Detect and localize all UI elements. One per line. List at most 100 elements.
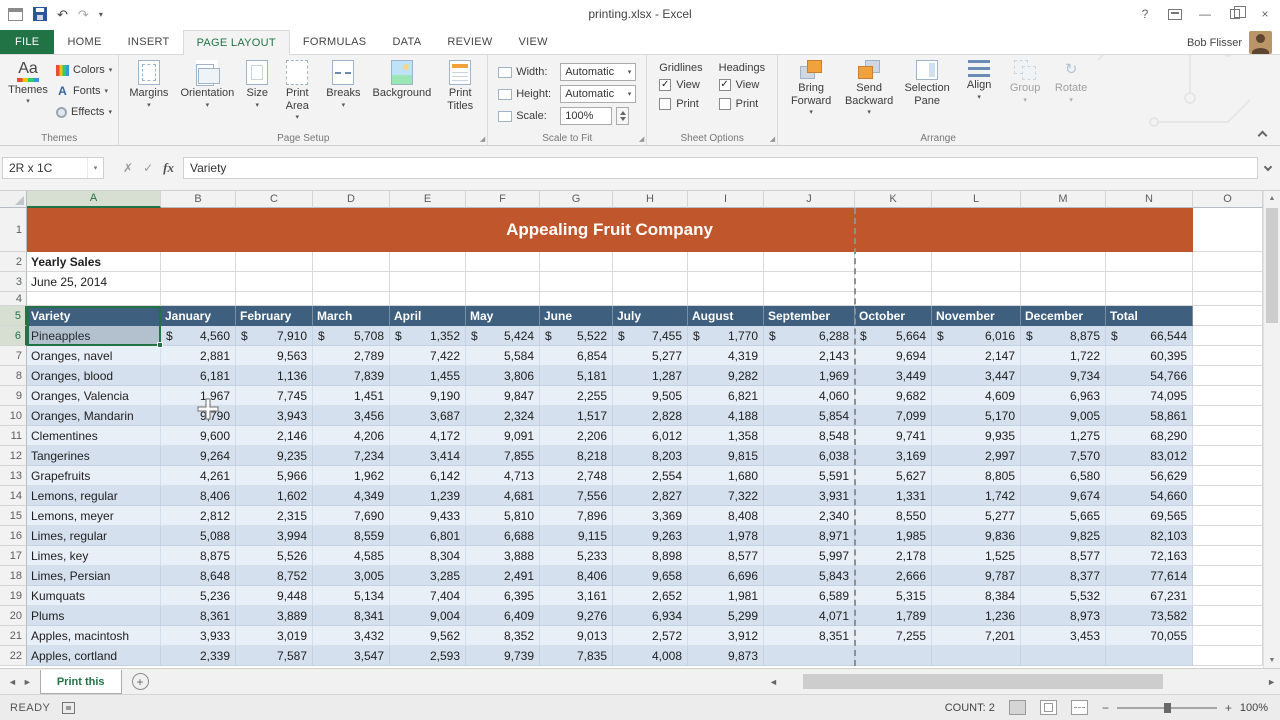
cell-E20[interactable]: 9,004 bbox=[390, 606, 466, 626]
cell-I17[interactable]: 8,577 bbox=[688, 546, 764, 566]
cell-L3[interactable] bbox=[932, 272, 1021, 292]
cell-H6[interactable]: $7,455 bbox=[613, 326, 688, 346]
cell-N16[interactable]: 82,103 bbox=[1106, 526, 1193, 546]
cell-J9[interactable]: 4,060 bbox=[764, 386, 855, 406]
cell-K4[interactable] bbox=[855, 292, 932, 306]
cell-L16[interactable]: 9,836 bbox=[932, 526, 1021, 546]
cell-G22[interactable]: 7,835 bbox=[540, 646, 613, 666]
cell-H10[interactable]: 2,828 bbox=[613, 406, 688, 426]
row-header-18[interactable]: 18 bbox=[0, 566, 27, 586]
header-cell-N5[interactable]: Total bbox=[1106, 306, 1193, 326]
cell-H17[interactable]: 8,898 bbox=[613, 546, 688, 566]
normal-view-icon[interactable] bbox=[1008, 700, 1026, 715]
cell-F4[interactable] bbox=[466, 292, 540, 306]
cell-I22[interactable]: 9,873 bbox=[688, 646, 764, 666]
cell-I14[interactable]: 7,322 bbox=[688, 486, 764, 506]
cell-O16[interactable] bbox=[1193, 526, 1263, 546]
cell-F6[interactable]: $5,424 bbox=[466, 326, 540, 346]
row-header-2[interactable]: 2 bbox=[0, 252, 27, 272]
cell-D11[interactable]: 4,206 bbox=[313, 426, 390, 446]
effects-button[interactable]: Effects ▾ bbox=[56, 103, 112, 121]
cell-N18[interactable]: 77,614 bbox=[1106, 566, 1193, 586]
themes-button[interactable]: Aa Themes ▾ bbox=[4, 58, 52, 105]
cell-G17[interactable]: 5,233 bbox=[540, 546, 613, 566]
size-button[interactable]: Size ▾ bbox=[240, 58, 274, 109]
cell-L20[interactable]: 1,236 bbox=[932, 606, 1021, 626]
vscroll-thumb[interactable] bbox=[1266, 208, 1278, 323]
cell-O18[interactable] bbox=[1193, 566, 1263, 586]
cell-K10[interactable]: 7,099 bbox=[855, 406, 932, 426]
cell-H18[interactable]: 9,658 bbox=[613, 566, 688, 586]
name-box-dropdown-icon[interactable]: ▾ bbox=[87, 158, 103, 178]
cell-H4[interactable] bbox=[613, 292, 688, 306]
zoom-thumb[interactable] bbox=[1163, 702, 1171, 713]
cell-E2[interactable] bbox=[390, 252, 466, 272]
fill-handle[interactable] bbox=[157, 342, 163, 348]
cell-D9[interactable]: 1,451 bbox=[313, 386, 390, 406]
column-header-N[interactable]: N bbox=[1106, 190, 1193, 208]
cell-J16[interactable]: 8,971 bbox=[764, 526, 855, 546]
hscroll-thumb[interactable] bbox=[802, 674, 1163, 689]
cell-H8[interactable]: 1,287 bbox=[613, 366, 688, 386]
cell-K11[interactable]: 9,741 bbox=[855, 426, 932, 446]
cell-G9[interactable]: 2,255 bbox=[540, 386, 613, 406]
cell-N15[interactable]: 69,565 bbox=[1106, 506, 1193, 526]
cell-E13[interactable]: 6,142 bbox=[390, 466, 466, 486]
cell-M7[interactable]: 1,722 bbox=[1021, 346, 1106, 366]
cell-G6[interactable]: $5,522 bbox=[540, 326, 613, 346]
cell-F22[interactable]: 9,739 bbox=[466, 646, 540, 666]
cell-H7[interactable]: 5,277 bbox=[613, 346, 688, 366]
cell-G14[interactable]: 7,556 bbox=[540, 486, 613, 506]
cell-B16[interactable]: 5,088 bbox=[161, 526, 236, 546]
cell-N2[interactable] bbox=[1106, 252, 1193, 272]
row-header-17[interactable]: 17 bbox=[0, 546, 27, 566]
cell-J12[interactable]: 6,038 bbox=[764, 446, 855, 466]
cell-O6[interactable] bbox=[1193, 326, 1263, 346]
column-header-E[interactable]: E bbox=[390, 190, 466, 208]
cell-B7[interactable]: 2,881 bbox=[161, 346, 236, 366]
cell-K20[interactable]: 1,789 bbox=[855, 606, 932, 626]
cell-F18[interactable]: 2,491 bbox=[466, 566, 540, 586]
cell-O9[interactable] bbox=[1193, 386, 1263, 406]
cell-B8[interactable]: 6,181 bbox=[161, 366, 236, 386]
cell-J10[interactable]: 5,854 bbox=[764, 406, 855, 426]
hscroll-right-icon[interactable]: ► bbox=[1267, 677, 1276, 687]
cell-M11[interactable]: 1,275 bbox=[1021, 426, 1106, 446]
cell-L18[interactable]: 9,787 bbox=[932, 566, 1021, 586]
cell-N22[interactable] bbox=[1106, 646, 1193, 666]
cell-F14[interactable]: 4,681 bbox=[466, 486, 540, 506]
cell-J11[interactable]: 8,548 bbox=[764, 426, 855, 446]
cell-J20[interactable]: 4,071 bbox=[764, 606, 855, 626]
cell-I7[interactable]: 4,319 bbox=[688, 346, 764, 366]
cell-C19[interactable]: 9,448 bbox=[236, 586, 313, 606]
cell-F3[interactable] bbox=[466, 272, 540, 292]
cell-K16[interactable]: 1,985 bbox=[855, 526, 932, 546]
gridlines-print-checkbox[interactable]: Print bbox=[659, 96, 702, 112]
header-cell-E5[interactable]: April bbox=[390, 306, 466, 326]
cell-J22[interactable] bbox=[764, 646, 855, 666]
cell-J18[interactable]: 5,843 bbox=[764, 566, 855, 586]
insert-function-icon[interactable]: fx bbox=[158, 160, 179, 176]
ribbon-display-options-icon[interactable] bbox=[1160, 0, 1190, 28]
header-cell-J5[interactable]: September bbox=[764, 306, 855, 326]
cell-I8[interactable]: 9,282 bbox=[688, 366, 764, 386]
cell-D13[interactable]: 1,962 bbox=[313, 466, 390, 486]
column-header-A[interactable]: A bbox=[27, 190, 161, 208]
cell-D19[interactable]: 5,134 bbox=[313, 586, 390, 606]
cell-A6[interactable]: Pineapples bbox=[27, 326, 161, 346]
cell-O13[interactable] bbox=[1193, 466, 1263, 486]
cell-F16[interactable]: 6,688 bbox=[466, 526, 540, 546]
cell-O2[interactable] bbox=[1193, 252, 1263, 272]
cell-I12[interactable]: 9,815 bbox=[688, 446, 764, 466]
cell-O7[interactable] bbox=[1193, 346, 1263, 366]
header-cell-D5[interactable]: March bbox=[313, 306, 390, 326]
cell-G8[interactable]: 5,181 bbox=[540, 366, 613, 386]
cell-L13[interactable]: 8,805 bbox=[932, 466, 1021, 486]
column-header-J[interactable]: J bbox=[764, 190, 855, 208]
header-cell-L5[interactable]: November bbox=[932, 306, 1021, 326]
new-sheet-button[interactable]: + bbox=[131, 673, 149, 690]
margins-button[interactable]: Margins ▾ bbox=[123, 58, 174, 109]
cell-K7[interactable]: 9,694 bbox=[855, 346, 932, 366]
cell-O17[interactable] bbox=[1193, 546, 1263, 566]
cell-G11[interactable]: 2,206 bbox=[540, 426, 613, 446]
